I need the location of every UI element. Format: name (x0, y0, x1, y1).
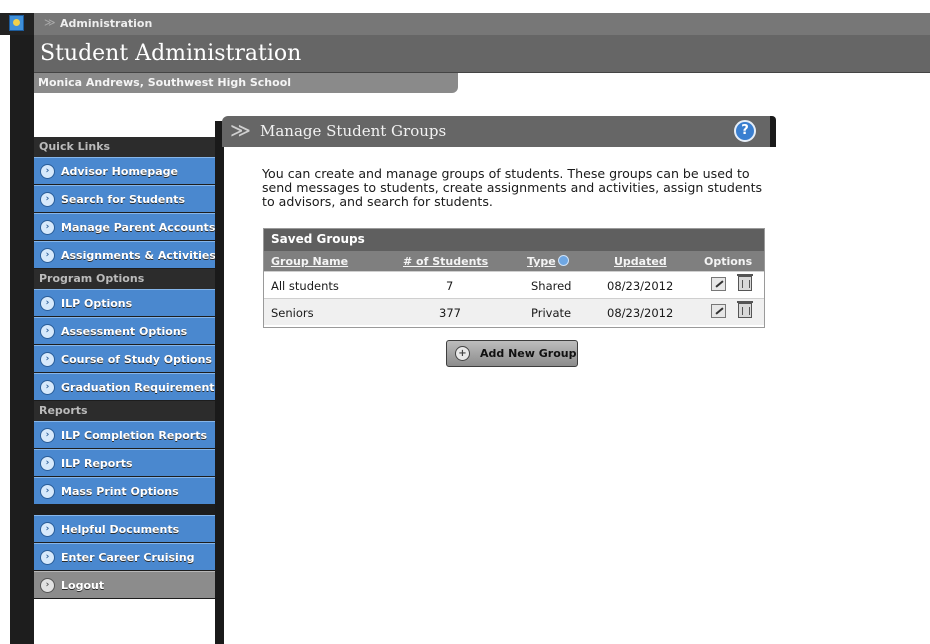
arrow-circle-icon: › (40, 323, 55, 339)
sidebar-section-program-options: Program Options (34, 269, 215, 289)
sidebar-item-label: Advisor Homepage (61, 164, 179, 178)
sidebar-item-label: Graduation Requirements (61, 380, 222, 394)
table-row: All students 7 Shared 08/23/2012 (264, 271, 764, 298)
sidebar-item-label: Search for Students (61, 192, 185, 206)
saved-groups-table: Saved Groups Group Name # of Students Ty… (263, 228, 765, 328)
sidebar-item-label: Assignments & Activities (61, 248, 216, 262)
arrow-circle-icon: › (40, 427, 55, 443)
admin-topbar-title[interactable]: Administration (60, 17, 152, 30)
admin-topbar: ≫ Administration (0, 13, 930, 35)
arrow-circle-icon: › (40, 219, 55, 235)
cell-type: Private (531, 306, 572, 320)
sidebar-item-label: Course of Study Options (61, 352, 212, 366)
sidebar-item-label: ILP Options (61, 296, 133, 310)
panel-title: Manage Student Groups (260, 122, 447, 140)
content-divider (215, 121, 224, 644)
double-chevron-icon: ≫ (230, 118, 251, 142)
arrow-circle-icon: › (40, 521, 55, 537)
trash-icon[interactable] (737, 301, 753, 318)
sidebar-item-ilp-completion-reports[interactable]: › ILP Completion Reports (34, 421, 215, 449)
trash-icon[interactable] (737, 274, 753, 291)
panel-header: ≫ Manage Student Groups ? (222, 116, 776, 147)
sidebar-item-label: Assessment Options (61, 324, 188, 338)
table-title: Saved Groups (264, 229, 764, 251)
sidebar-section-quick-links: Quick Links (34, 137, 215, 157)
sidebar-item-label: Manage Parent Accounts (61, 220, 216, 234)
sidebar-item-assessment-options[interactable]: › Assessment Options (34, 317, 215, 345)
arrow-circle-icon: › (40, 191, 55, 207)
collapse-chevron-icon[interactable]: ≫ (44, 16, 56, 29)
arrow-circle-icon: › (40, 549, 55, 565)
user-school-label: Monica Andrews, Southwest High School (38, 76, 292, 89)
arrow-circle-icon: › (40, 163, 55, 179)
sidebar-item-ilp-reports[interactable]: › ILP Reports (34, 449, 215, 477)
col-type-label[interactable]: Type (527, 255, 556, 268)
arrow-circle-icon: › (40, 483, 55, 499)
sidebar-item-mass-print-options[interactable]: › Mass Print Options (34, 477, 215, 505)
col-options: Options (704, 255, 753, 268)
sidebar-item-manage-parent-accounts[interactable]: › Manage Parent Accounts (34, 213, 215, 241)
sidebar-item-label: Enter Career Cruising (61, 550, 195, 564)
cell-type: Shared (531, 279, 572, 293)
sidebar-item-logout[interactable]: › Logout (34, 571, 215, 599)
arrow-circle-icon: › (40, 455, 55, 471)
sidebar-item-label: Helpful Documents (61, 522, 180, 536)
sidebar-item-enter-career-cruising[interactable]: › Enter Career Cruising (34, 543, 215, 571)
sidebar-item-course-of-study-options[interactable]: › Course of Study Options (34, 345, 215, 373)
cell-group-name: Seniors (271, 306, 314, 320)
sidebar-section-reports: Reports (34, 401, 215, 421)
help-icon[interactable]: ? (734, 120, 756, 142)
cell-num-students: 7 (446, 279, 454, 293)
cell-group-name: All students (271, 279, 339, 293)
sidebar-item-search-students[interactable]: › Search for Students (34, 185, 215, 213)
page-title: Student Administration (40, 41, 302, 66)
sidebar-item-ilp-options[interactable]: › ILP Options (34, 289, 215, 317)
cell-updated: 08/23/2012 (607, 306, 674, 320)
edit-icon[interactable] (711, 304, 726, 318)
add-new-group-button[interactable]: + Add New Group (446, 340, 578, 367)
sidebar-item-advisor-homepage[interactable]: › Advisor Homepage (34, 157, 215, 185)
col-num-students[interactable]: # of Students (403, 255, 488, 268)
user-school-bar: Monica Andrews, Southwest High School (34, 73, 458, 93)
left-dark-rail (10, 35, 34, 644)
add-circle-icon: + (455, 346, 470, 361)
sidebar-item-graduation-requirements[interactable]: › Graduation Requirements (34, 373, 221, 401)
table-row: Seniors 377 Private 08/23/2012 (264, 298, 764, 325)
app-icon[interactable] (9, 15, 24, 31)
cell-num-students: 377 (439, 306, 461, 320)
intro-text: You can create and manage groups of stud… (262, 166, 763, 209)
table-header-row: Group Name # of Students Type Updated Op… (264, 251, 764, 271)
edit-icon[interactable] (711, 277, 726, 291)
arrow-circle-icon: › (40, 577, 55, 593)
arrow-circle-icon: › (40, 351, 55, 367)
add-new-group-label: Add New Group (480, 347, 577, 360)
cell-updated: 08/23/2012 (607, 279, 674, 293)
arrow-circle-icon: › (40, 295, 55, 311)
arrow-circle-icon: › (40, 247, 55, 263)
type-help-icon[interactable] (557, 255, 569, 266)
sidebar-item-label: ILP Completion Reports (61, 428, 208, 442)
sidebar-item-label: Logout (61, 578, 105, 592)
page-header: Student Administration (34, 35, 930, 73)
col-type: Type (527, 255, 569, 268)
sidebar-item-helpful-documents[interactable]: › Helpful Documents (34, 515, 215, 543)
sidebar-item-assignments-activities[interactable]: › Assignments & Activities (34, 241, 216, 269)
arrow-circle-icon: › (40, 379, 55, 395)
sidebar-spacer (34, 505, 215, 515)
col-group-name[interactable]: Group Name (271, 255, 348, 268)
sidebar: Quick Links › Advisor Homepage › Search fo… (34, 137, 221, 599)
sidebar-item-label: Mass Print Options (61, 484, 179, 498)
sidebar-item-label: ILP Reports (61, 456, 133, 470)
col-updated[interactable]: Updated (614, 255, 667, 268)
